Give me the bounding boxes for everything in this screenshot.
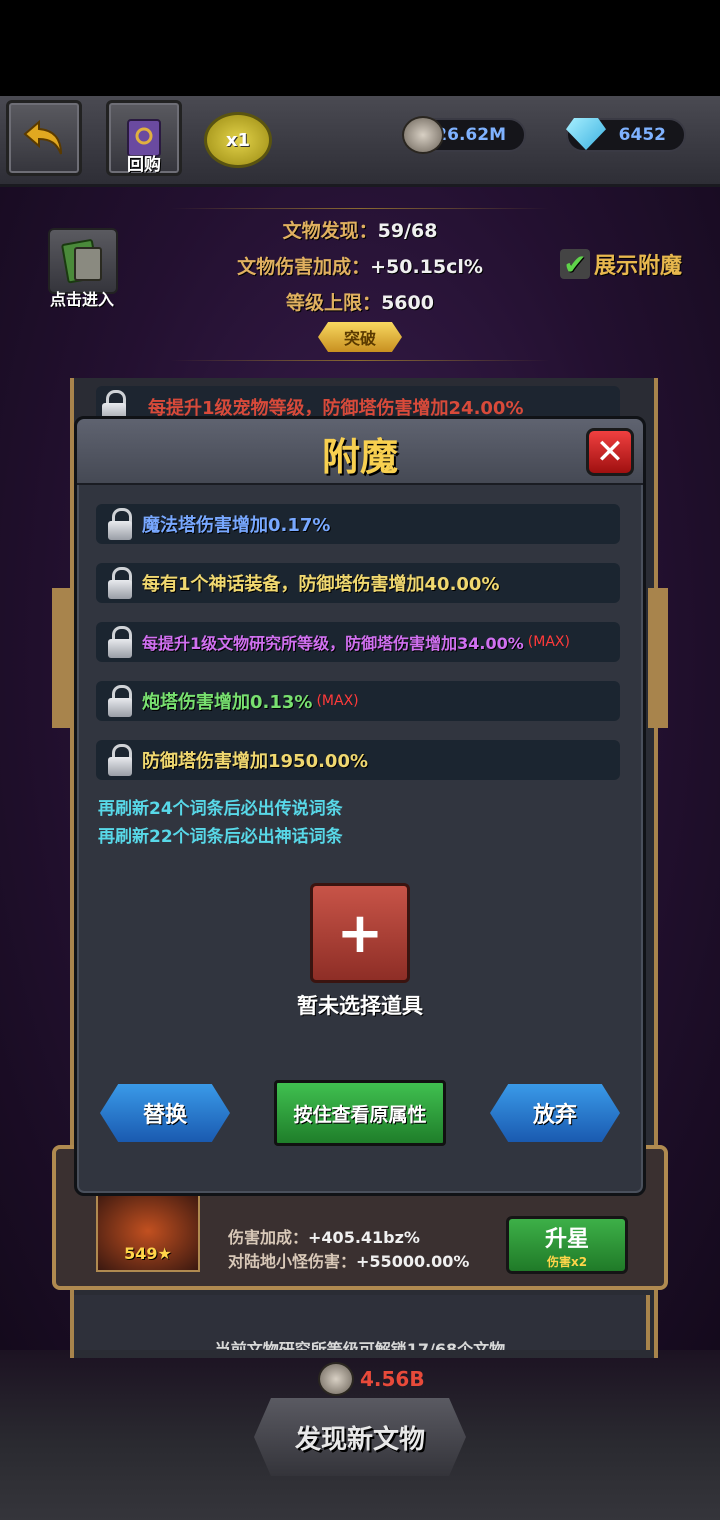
discover-artifact-button[interactable]: 发现新文物 [254,1398,466,1476]
close-icon: ✕ [595,432,625,472]
damage-value: +50.15cl% [370,256,483,278]
back-arrow-icon [23,119,62,155]
level-cap-value: 5600 [381,292,434,314]
codex-button[interactable] [48,228,118,294]
abandon-button[interactable]: 放弃 [490,1084,620,1142]
divider [170,208,550,209]
legendary-hint: 再刷新24个词条后必出传说词条 [98,799,343,819]
damage-bonus: 伤害加成：+405.41bz% [228,1224,420,1248]
speed-badge[interactable]: x1 [204,112,272,168]
attribute-text: 炮塔伤害增加0.13% [142,692,313,713]
codex-label: 点击进入 [49,290,114,309]
attribute-text: 魔法塔伤害增加0.17% [142,515,331,536]
lock-icon[interactable] [106,685,134,717]
ground-damage-label: 对陆地小怪伤害： [228,1252,357,1271]
unlock-info: 当前文物研究所等级可解锁17/68个文物 [214,1340,506,1350]
add-item-slot[interactable]: + [310,883,410,983]
lock-icon[interactable] [106,508,134,540]
hold-view-original-button[interactable]: 按住查看原属性 [274,1080,446,1146]
hero-level: 549★ [124,1244,172,1263]
rebuy-label: 回购 [127,155,161,175]
back-button[interactable] [6,100,82,176]
status-bar [0,0,720,96]
max-badge: (MAX) [527,634,570,650]
replace-button[interactable]: 替换 [100,1084,230,1142]
upgrade-star-sub: 伤害x2 [546,1254,588,1269]
show-enchant-toggle[interactable]: ✔ 展示附魔 [560,248,683,281]
attribute-text: 每提升1级文物研究所等级，防御塔伤害增加34.00% [142,634,524,653]
close-button[interactable]: ✕ [586,428,634,476]
mythic-hint: 再刷新22个词条后必出神话词条 [98,827,343,847]
lock-icon[interactable] [106,744,134,776]
no-item-label: 暂未选择道具 [297,994,423,1018]
damage-bonus-value: +405.41bz% [308,1228,420,1247]
coin-icon [402,116,444,154]
checkmark-icon: ✔ [560,248,590,281]
lock-icon[interactable] [106,567,134,599]
attribute-row[interactable]: 炮塔伤害增加0.13% (MAX) [96,681,620,721]
panel-frame-right [648,588,668,728]
attribute-row[interactable]: 每提升1级文物研究所等级，防御塔伤害增加34.00% (MAX) [96,622,620,662]
plus-icon: + [336,900,384,966]
lock-icon[interactable] [106,626,134,658]
panel-frame-left [52,588,72,728]
level-cap-label: 等级上限： [286,292,382,314]
attribute-text: 防御塔伤害增加1950.00% [142,751,369,772]
divider [170,360,550,361]
cost-value: 4.56B [360,1367,425,1391]
attribute-row[interactable]: 每有1个神话装备，防御塔伤害增加40.00% [96,563,620,603]
damage-bonus-label: 伤害加成： [228,1228,309,1247]
damage-label: 文物伤害加成： [237,256,371,278]
upgrade-star-label: 升星 [544,1226,589,1252]
codex-icon [61,239,102,284]
show-enchant-label: 展示附魔 [594,254,683,279]
discovery-value: 59/68 [377,220,438,242]
discovery-label: 文物发现： [282,220,378,242]
attribute-row[interactable]: 魔法塔伤害增加0.17% [96,504,620,544]
gem-value: 6452 [618,125,666,145]
breakthrough-button[interactable]: 突破 [318,322,402,352]
coin-icon [318,1362,354,1396]
ground-damage: 对陆地小怪伤害：+55000.00% [228,1248,469,1272]
attribute-text: 每有1个神话装备，防御塔伤害增加40.00% [142,574,500,595]
discover-cost: 4.56B [318,1362,425,1396]
ground-damage-value: +55000.00% [356,1252,470,1271]
attribute-row[interactable]: 防御塔伤害增加1950.00% [96,740,620,780]
max-badge: (MAX) [316,693,359,709]
upgrade-star-button[interactable]: 升星 伤害x2 [506,1216,628,1274]
